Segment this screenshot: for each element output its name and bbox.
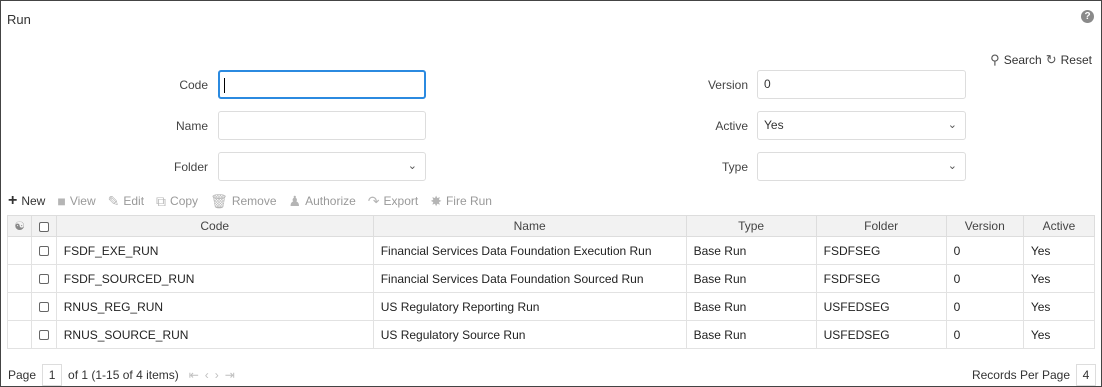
page-label: Page: [8, 368, 37, 382]
type-select[interactable]: ⌄: [757, 152, 966, 181]
column-header-version[interactable]: Version: [945, 215, 1024, 237]
cell-version: 0: [945, 264, 1024, 293]
cell-name: US Regulatory Source Run: [372, 320, 687, 349]
new-button[interactable]: + New: [8, 192, 45, 210]
row-checkbox[interactable]: [31, 236, 57, 265]
cell-code: FSDF_EXE_RUN: [55, 236, 374, 265]
fire-run-button[interactable]: ✸ Fire Run: [430, 193, 492, 210]
cell-name: Financial Services Data Foundation Sourc…: [372, 264, 687, 293]
cell-version: 0: [945, 292, 1024, 321]
page-of-text: of 1 (1-15 of 4 items): [68, 368, 179, 382]
pagination-nav-icons[interactable]: ⇤‹›⇥: [189, 368, 241, 382]
top-actions: ⚲ Search ↻ Reset: [990, 52, 1092, 68]
chevron-down-icon: ⌄: [947, 119, 957, 131]
export-button[interactable]: ↷ Export: [368, 193, 418, 210]
cell-code: RNUS_REG_RUN: [55, 292, 374, 321]
cell-code: FSDF_SOURCED_RUN: [55, 264, 374, 293]
copy-button[interactable]: ⧉ Copy: [156, 193, 198, 210]
cell-active: Yes: [1022, 320, 1096, 349]
column-header-name[interactable]: Name: [372, 215, 687, 237]
table-row[interactable]: FSDF_EXE_RUN Financial Services Data Fou…: [6, 236, 1096, 265]
edit-button[interactable]: ✎ Edit: [108, 193, 144, 210]
cell-active: Yes: [1022, 292, 1096, 321]
view-button[interactable]: ■ View: [57, 193, 95, 209]
cell-name: Financial Services Data Foundation Execu…: [372, 236, 687, 265]
cell-version: 0: [945, 236, 1024, 265]
cell-type: Base Run: [685, 236, 817, 265]
records-per-page-label: Records Per Page: [971, 368, 1070, 382]
page-title: Run: [7, 12, 31, 27]
pager: Page 1 of 1 (1-15 of 4 items) ⇤‹›⇥: [8, 364, 241, 386]
code-field[interactable]: [218, 70, 426, 99]
row-checkbox[interactable]: [31, 320, 57, 349]
export-icon: ↷: [367, 192, 380, 209]
trash-icon: 🗑: [210, 192, 228, 209]
cell-type: Base Run: [685, 292, 817, 321]
chevron-down-icon: ⌄: [947, 160, 957, 172]
copy-icon: ⧉: [156, 192, 167, 209]
name-field[interactable]: [218, 111, 426, 140]
authorize-icon: ♟: [288, 192, 302, 209]
cell-code: RNUS_SOURCE_RUN: [55, 320, 374, 349]
version-field[interactable]: 0: [757, 70, 966, 99]
cell-active: Yes: [1022, 264, 1096, 293]
cell-name: US Regulatory Reporting Run: [372, 292, 687, 321]
folder-label: Folder: [173, 160, 208, 174]
reset-button[interactable]: Reset: [1061, 53, 1092, 67]
toolbar: + New ■ View ✎ Edit ⧉ Copy 🗑 Remove ♟ Authoriz…: [8, 192, 504, 210]
remove-button[interactable]: 🗑 Remove: [210, 193, 276, 210]
view-icon: ■: [57, 193, 66, 209]
column-header-active[interactable]: Active: [1022, 215, 1096, 237]
column-header-type[interactable]: Type: [685, 215, 817, 237]
column-header-code[interactable]: Code: [55, 215, 374, 237]
reset-icon[interactable]: ↻: [1046, 52, 1057, 68]
edit-icon: ✎: [107, 192, 120, 209]
table-header-row: ☯ Code Name Type Folder Version Active: [6, 215, 1096, 237]
cell-version: 0: [945, 320, 1024, 349]
table-row[interactable]: RNUS_SOURCE_RUN US Regulatory Source Run…: [6, 320, 1096, 349]
table-row[interactable]: FSDF_SOURCED_RUN Financial Services Data…: [6, 264, 1096, 293]
cell-folder: USFEDSEG: [815, 320, 947, 349]
row-checkbox[interactable]: [31, 264, 57, 293]
page-number-input[interactable]: 1: [42, 364, 63, 386]
type-label: Type: [721, 160, 748, 174]
code-label: Code: [179, 78, 208, 92]
folder-select[interactable]: ⌄: [218, 152, 426, 181]
records-per-page-input[interactable]: 4: [1076, 364, 1096, 386]
active-label: Active: [715, 119, 748, 133]
name-label: Name: [175, 119, 208, 133]
search-button[interactable]: Search: [1004, 53, 1042, 67]
records-per-page: Records Per Page 4: [972, 364, 1096, 386]
active-select[interactable]: Yes ⌄: [757, 111, 966, 140]
row-checkbox[interactable]: [31, 292, 57, 321]
hierarchy-icon[interactable]: ☯: [6, 215, 33, 237]
version-label: Version: [707, 78, 748, 92]
column-header-folder[interactable]: Folder: [815, 215, 947, 237]
text-cursor: [224, 78, 225, 93]
cell-type: Base Run: [685, 264, 817, 293]
cell-active: Yes: [1022, 236, 1096, 265]
cell-folder: FSDFSEG: [815, 236, 947, 265]
table-row[interactable]: RNUS_REG_RUN US Regulatory Reporting Run…: [6, 292, 1096, 321]
chevron-down-icon: ⌄: [407, 160, 417, 172]
plus-icon: +: [8, 192, 18, 209]
cell-folder: USFEDSEG: [815, 292, 947, 321]
search-icon[interactable]: ⚲: [990, 52, 1000, 68]
question-icon[interactable]: ?: [1081, 10, 1094, 23]
cell-type: Base Run: [685, 320, 817, 349]
fire-run-icon: ✸: [430, 192, 442, 209]
authorize-button[interactable]: ♟ Authorize: [289, 193, 356, 210]
runs-table: ☯ Code Name Type Folder Version Active F…: [6, 215, 1096, 349]
cell-folder: FSDFSEG: [815, 264, 947, 293]
select-all-checkbox[interactable]: [31, 215, 57, 237]
